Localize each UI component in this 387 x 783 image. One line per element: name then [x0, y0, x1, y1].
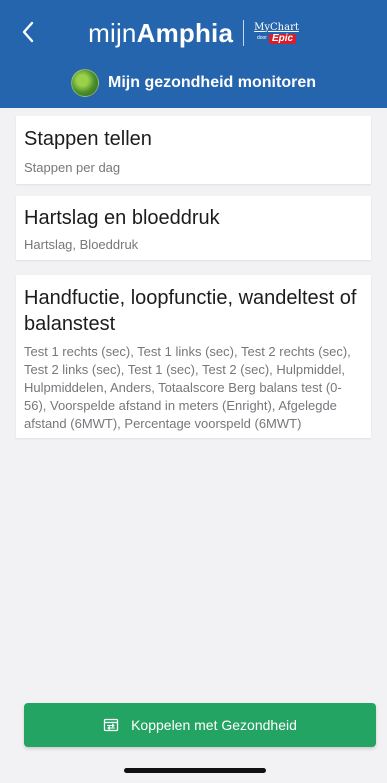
page-title-text: Mijn gezondheid monitoren [108, 74, 316, 91]
list-item-title: Hartslag en bloeddruk [24, 207, 220, 229]
list-item-title: Stappen tellen [24, 128, 152, 150]
list-item-description: Stappen per dag [24, 160, 121, 175]
connect-button-label: Koppelen met Gezondheid [131, 717, 297, 733]
brand-prefix: mijn [88, 17, 137, 48]
list-item-description: Hartslag, Bloeddruk [24, 237, 139, 252]
brand-bold: Amphia [136, 17, 234, 48]
mychart-door-label: door [256, 35, 267, 41]
mychart-logo: MyChart door Epic [254, 21, 299, 44]
list-item-function-tests[interactable]: Handfuctie, loopfunctie, wandeltest of b… [16, 275, 371, 438]
page-title: Mijn gezondheid monitoren [0, 68, 387, 98]
list-item-heart-rate[interactable]: Hartslag en bloeddruk Hartslag, Bloeddru… [16, 196, 371, 260]
link-document-icon [103, 717, 119, 733]
list-item-steps[interactable]: Stappen tellen Stappen per dag [16, 116, 371, 184]
mychart-label: MyChart [254, 21, 299, 33]
home-indicator[interactable] [124, 768, 266, 773]
app-header: mijnAmphia MyChart door Epic Mijn gezond… [0, 0, 387, 108]
avatar [71, 69, 99, 97]
brand-logo: mijnAmphia MyChart door Epic [0, 14, 387, 52]
brand-divider [243, 20, 245, 46]
list-item-title: Handfuctie, loopfunctie, wandeltest of b… [24, 287, 357, 335]
epic-logo: Epic [268, 33, 297, 44]
brand-name: mijnAmphia [88, 18, 233, 49]
connect-health-button[interactable]: Koppelen met Gezondheid [24, 703, 376, 747]
list-item-description: Test 1 rechts (sec), Test 1 links (sec),… [24, 344, 351, 431]
